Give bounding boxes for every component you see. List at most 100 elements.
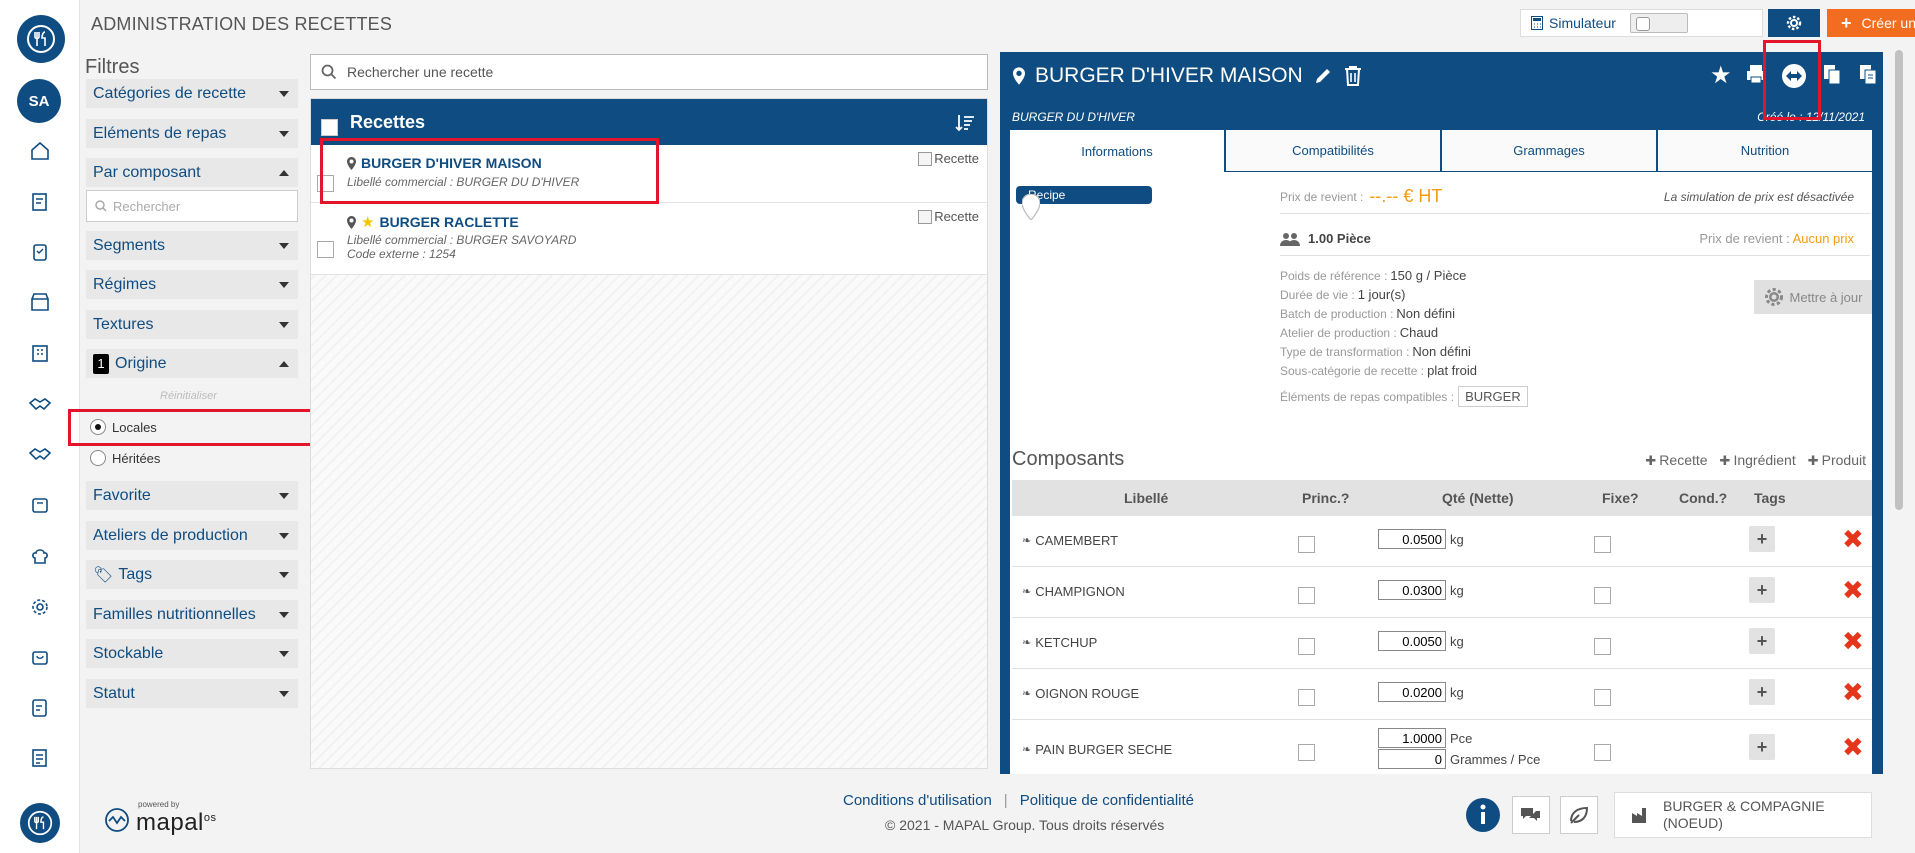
radio-unselected[interactable] <box>90 450 106 466</box>
select-all-checkbox[interactable] <box>321 119 338 136</box>
filter-status[interactable]: Statut <box>86 679 298 708</box>
list-item[interactable]: ★ BURGER RACLETTE Libellé commercial : B… <box>311 203 987 275</box>
copy-truck-icon[interactable] <box>1820 62 1844 86</box>
col-label: Libellé <box>1124 490 1169 506</box>
handshake-alt-icon[interactable] <box>26 440 54 468</box>
recipe-search-input[interactable]: Rechercher une recette <box>310 54 988 90</box>
building-icon[interactable] <box>26 339 54 367</box>
detail-scrollbar[interactable] <box>1895 50 1903 510</box>
add-recipe-link[interactable]: Recette <box>1645 452 1707 469</box>
quantity-input[interactable] <box>1378 580 1446 600</box>
clipboard-icon[interactable] <box>26 238 54 266</box>
checklist-icon[interactable] <box>26 694 54 722</box>
company-node: (NOEUD) <box>1663 815 1723 831</box>
chat-icon[interactable] <box>1512 796 1550 834</box>
main-checkbox[interactable] <box>1298 744 1315 761</box>
filter-textures[interactable]: Textures <box>86 310 298 339</box>
update-button[interactable]: Mettre à jour <box>1754 280 1872 314</box>
filter-tags[interactable]: 🏷 Tags <box>86 560 298 589</box>
chef-hat-icon[interactable] <box>26 542 54 570</box>
fixed-checkbox[interactable] <box>1594 536 1611 553</box>
origin-option-inherited[interactable]: Héritées <box>90 450 160 466</box>
create-recipe-label: Créer une recette <box>1861 15 1915 31</box>
filter-favorite[interactable]: Favorite <box>86 481 298 510</box>
fixed-checkbox[interactable] <box>1594 689 1611 706</box>
reset-link[interactable]: Réinitialiser <box>160 390 217 402</box>
settings-button[interactable] <box>1768 9 1820 37</box>
add-product-link[interactable]: Produit <box>1808 452 1866 469</box>
add-tag-button[interactable]: + <box>1749 628 1775 654</box>
delete-component-icon[interactable]: ✖ <box>1842 628 1864 654</box>
basket-icon[interactable] <box>26 643 54 671</box>
components-title: Composants <box>1012 448 1125 470</box>
add-ingredient-link[interactable]: Ingrédient <box>1720 452 1795 469</box>
row-checkbox[interactable] <box>317 241 334 258</box>
store-icon[interactable] <box>26 288 54 316</box>
filter-storable[interactable]: Stockable <box>86 639 298 668</box>
main-checkbox[interactable] <box>1298 689 1315 706</box>
tab-compatibilites[interactable]: Compatibilités <box>1226 130 1440 172</box>
add-tag-button[interactable]: + <box>1749 526 1775 552</box>
fixed-checkbox[interactable] <box>1594 638 1611 655</box>
info-icon[interactable] <box>1464 796 1502 834</box>
main-checkbox[interactable] <box>1298 536 1315 553</box>
fixed-checkbox[interactable] <box>1594 744 1611 761</box>
component-search-input[interactable]: Rechercher <box>86 190 298 222</box>
tab-grammages[interactable]: Grammages <box>1442 130 1656 172</box>
add-tag-button[interactable]: + <box>1749 679 1775 705</box>
delete-component-icon[interactable]: ✖ <box>1842 577 1864 603</box>
tab-nutrition[interactable]: Nutrition <box>1658 130 1872 172</box>
create-recipe-button[interactable]: + Créer une recette <box>1827 9 1915 37</box>
leaf-message-icon[interactable] <box>1560 796 1598 834</box>
delete-component-icon[interactable]: ✖ <box>1842 526 1864 552</box>
caret-down-icon <box>279 572 289 578</box>
app-logo-icon[interactable] <box>17 15 65 63</box>
user-avatar[interactable]: SA <box>17 79 61 123</box>
filter-by-component[interactable]: Par composant <box>86 158 298 187</box>
grams-per-piece-input[interactable] <box>1378 749 1446 769</box>
highlight-transfer-button <box>1763 40 1821 120</box>
bottom-logo-icon[interactable] <box>20 803 60 843</box>
quantity-input[interactable] <box>1378 728 1446 748</box>
sort-icon[interactable] <box>955 113 975 133</box>
pencil-icon[interactable] <box>1313 66 1333 86</box>
edit-document-icon[interactable] <box>26 188 54 216</box>
filter-recipe-categories[interactable]: Catégories de recette <box>86 79 298 108</box>
map-pin-icon <box>1013 67 1025 85</box>
simulator-control[interactable]: Simulateur <box>1520 9 1763 37</box>
terms-link[interactable]: Conditions d'utilisation <box>843 792 992 809</box>
ingredient-icon: ❧ <box>1022 637 1032 649</box>
filter-segments[interactable]: Segments <box>86 231 298 260</box>
search-icon <box>321 64 337 80</box>
filter-production-workshops[interactable]: Ateliers de production <box>86 521 298 550</box>
duplicate-icon[interactable] <box>1856 62 1880 86</box>
quantity-input[interactable] <box>1378 529 1446 549</box>
simulator-toggle[interactable] <box>1629 13 1688 33</box>
quantity-input[interactable] <box>1378 682 1446 702</box>
fixed-checkbox[interactable] <box>1594 587 1611 604</box>
box-icon[interactable] <box>26 491 54 519</box>
add-tag-button[interactable]: + <box>1749 577 1775 603</box>
favorite-star-icon[interactable]: ★ <box>1710 62 1732 90</box>
add-tag-button[interactable]: + <box>1749 734 1775 760</box>
report-icon[interactable] <box>26 744 54 772</box>
delete-component-icon[interactable]: ✖ <box>1842 679 1864 705</box>
filter-origin[interactable]: 1 Origine <box>86 349 298 378</box>
filter-meal-elements[interactable]: Eléments de repas <box>86 119 298 148</box>
trash-icon[interactable] <box>1343 65 1363 87</box>
calculator-icon <box>1531 16 1543 30</box>
home-icon[interactable] <box>26 137 54 165</box>
filter-diets[interactable]: Régimes <box>86 270 298 299</box>
attr-subcategory: Sous-catégorie de recette : plat froid <box>1280 363 1477 378</box>
delete-component-icon[interactable]: ✖ <box>1842 734 1864 760</box>
caret-down-icon <box>279 282 289 288</box>
main-checkbox[interactable] <box>1298 638 1315 655</box>
tab-informations[interactable]: Informations <box>1010 130 1224 172</box>
company-selector[interactable]: BURGER & COMPAGNIE (NOEUD) <box>1614 792 1872 838</box>
handshake-icon[interactable] <box>26 390 54 418</box>
settings-icon[interactable] <box>26 593 54 621</box>
quantity-input[interactable] <box>1378 631 1446 651</box>
main-checkbox[interactable] <box>1298 587 1315 604</box>
privacy-link[interactable]: Politique de confidentialité <box>1020 792 1194 809</box>
filter-nutrition-families[interactable]: Familles nutritionnelles <box>86 600 298 629</box>
